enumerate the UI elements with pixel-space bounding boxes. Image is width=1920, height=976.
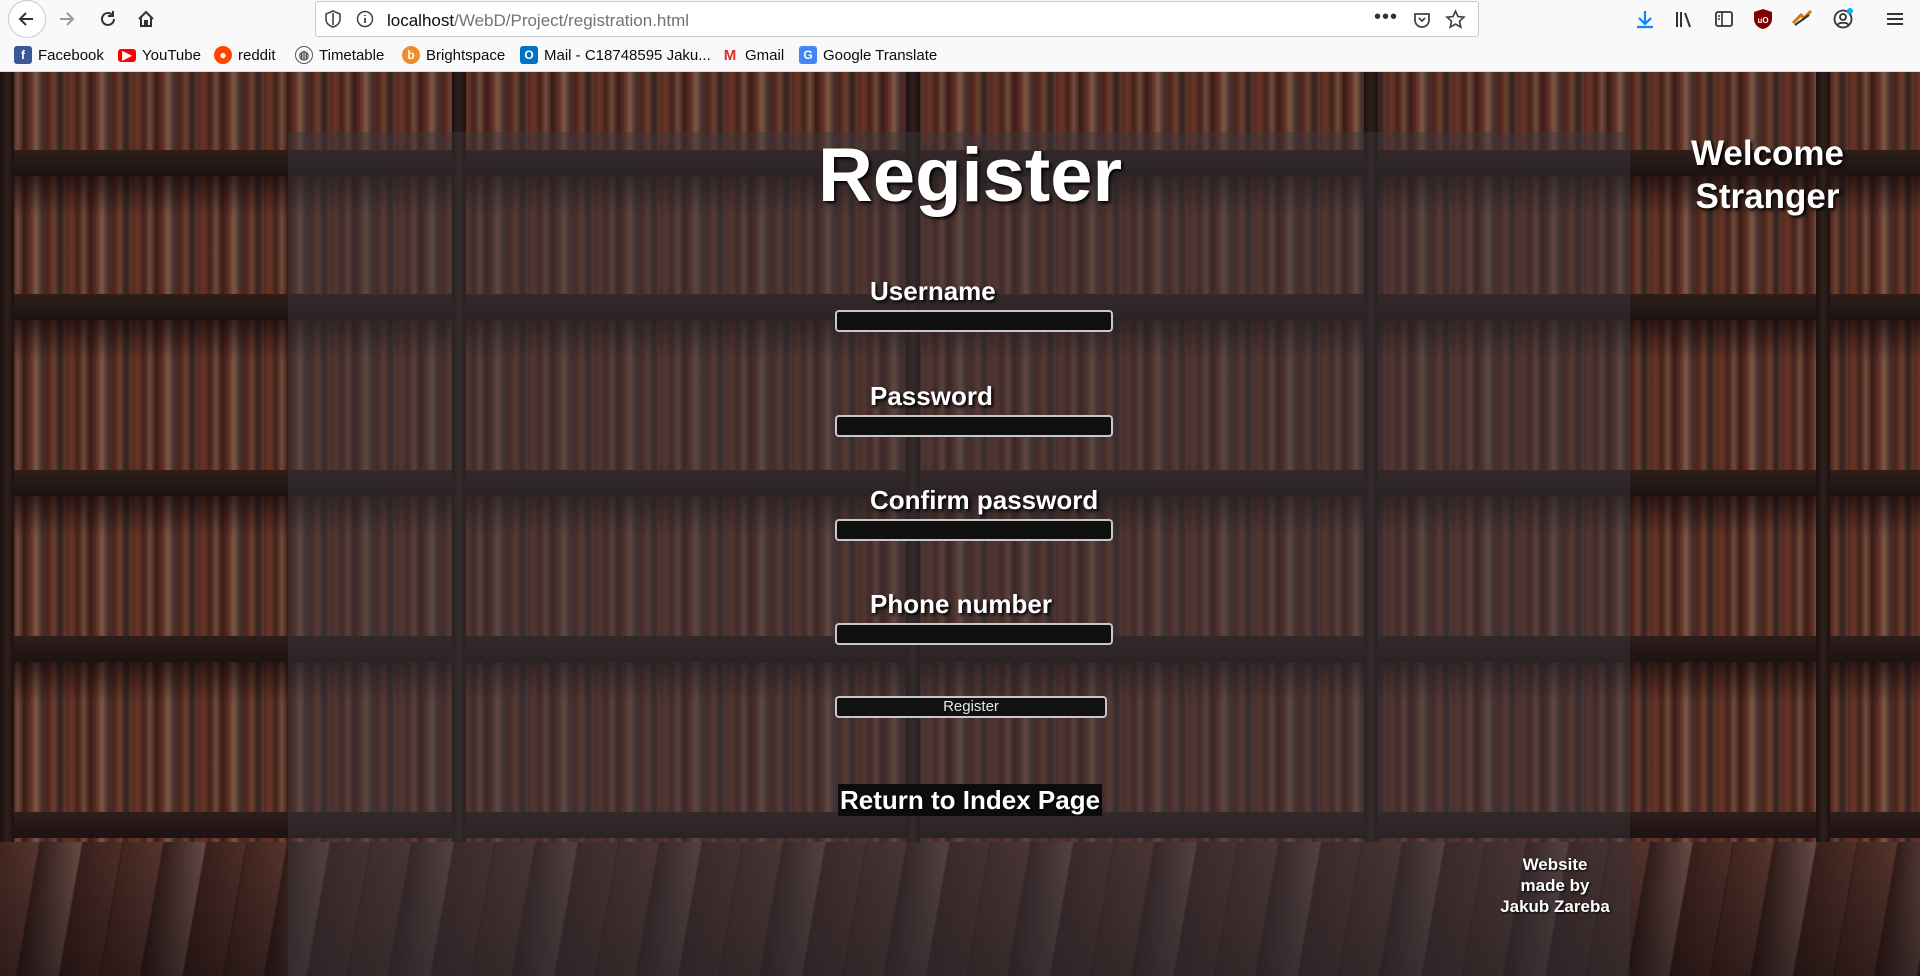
bookmark-label: Facebook — [38, 46, 104, 64]
browser-toolbar: localhost/WebD/Project/registration.html… — [0, 0, 1920, 38]
page-viewport: Register Welcome Stranger Username Passw… — [0, 72, 1920, 976]
extension-button[interactable] — [1791, 8, 1813, 30]
username-label: Username — [870, 276, 996, 306]
confirm-password-label: Confirm password — [870, 485, 1099, 515]
register-button[interactable]: Register — [835, 696, 1107, 718]
username-input[interactable] — [835, 310, 1113, 332]
sidebar-button[interactable] — [1713, 8, 1735, 30]
reload-icon — [101, 11, 115, 26]
account-icon — [1833, 8, 1853, 29]
hamburger-menu-icon — [1887, 13, 1903, 25]
bookmark-brightspace[interactable]: b Brightspace — [402, 45, 505, 65]
bookmark-label: Brightspace — [426, 46, 506, 64]
footer-credit: Website made by Jakub Zareba — [1470, 854, 1640, 917]
gmail-icon: M — [723, 46, 737, 64]
back-button[interactable] — [8, 0, 46, 38]
credit-line: Website — [1522, 855, 1588, 874]
forward-button[interactable] — [51, 4, 81, 34]
bookmark-youtube[interactable]: ▶ YouTube — [118, 45, 201, 65]
bookmark-label: Mail - C18748595 Jaku... — [544, 46, 711, 64]
address-bar[interactable]: localhost/WebD/Project/registration.html… — [315, 1, 1479, 37]
content-panel — [288, 132, 1630, 976]
welcome-message: Welcome Stranger — [1660, 132, 1875, 218]
bookmark-label: YouTube — [142, 46, 201, 64]
svg-text:uO: uO — [1757, 16, 1768, 25]
welcome-username: Stranger — [1695, 177, 1840, 216]
home-icon — [138, 10, 154, 27]
phone-number-input[interactable] — [835, 623, 1113, 645]
back-arrow-icon — [18, 12, 33, 26]
bookmark-label: Gmail — [745, 46, 785, 64]
url-path: /WebD/Project/registration.html — [454, 11, 690, 30]
url-host: localhost — [387, 11, 455, 30]
facebook-icon: f — [14, 46, 32, 64]
credit-author: Jakub Zareba — [1500, 897, 1610, 916]
url-text[interactable]: localhost/WebD/Project/registration.html — [387, 11, 689, 31]
phone-number-label: Phone number — [870, 589, 1053, 619]
pocket-icon[interactable] — [1412, 10, 1432, 30]
bookmark-star-icon[interactable] — [1445, 9, 1466, 30]
bookmark-timetable[interactable]: ◍ Timetable — [295, 45, 384, 65]
globe-icon: ◍ — [295, 46, 313, 64]
bookmark-label: Google Translate — [823, 46, 938, 64]
password-input[interactable] — [835, 415, 1113, 437]
bookmark-label: Timetable — [319, 46, 385, 64]
bookmark-google-translate[interactable]: G Google Translate — [799, 45, 937, 65]
page-actions-menu-button[interactable]: ••• — [1374, 6, 1398, 29]
bookmark-mail[interactable]: O Mail - C18748595 Jaku... — [520, 45, 711, 65]
ublock-origin-icon: uO — [1754, 9, 1772, 29]
ublock-button[interactable]: uO — [1752, 8, 1774, 30]
page-title: Register — [817, 133, 1123, 218]
library-icon — [1676, 12, 1691, 28]
download-arrow-icon — [1637, 11, 1653, 29]
welcome-line: Welcome — [1690, 134, 1845, 173]
confirm-password-input[interactable] — [835, 519, 1113, 541]
extension-icon — [1791, 9, 1813, 26]
reload-button[interactable] — [93, 4, 123, 34]
youtube-icon: ▶ — [118, 48, 136, 62]
library-button[interactable] — [1673, 8, 1695, 30]
bookmarks-toolbar: f Facebook ▶ YouTube ● reddit ◍ Timetable bB… — [0, 38, 1920, 72]
bookmark-gmail[interactable]: M Gmail — [721, 45, 784, 65]
bookmark-facebook[interactable]: f Facebook — [14, 45, 104, 65]
translate-icon: G — [799, 46, 817, 64]
sidebar-icon — [1715, 11, 1733, 27]
outlook-icon: O — [520, 46, 538, 64]
app-menu-button[interactable] — [1884, 8, 1906, 30]
credit-line: made by — [1520, 876, 1590, 895]
downloads-button[interactable] — [1634, 8, 1656, 30]
password-label: Password — [870, 381, 993, 411]
tracking-shield-icon[interactable] — [324, 10, 342, 28]
forward-arrow-icon — [60, 12, 75, 26]
reddit-icon: ● — [214, 46, 232, 64]
return-to-index-link[interactable]: Return to Index Page — [838, 784, 1103, 816]
bookmark-reddit[interactable]: ● reddit — [214, 45, 276, 65]
brightspace-icon: b — [402, 46, 420, 64]
site-info-icon[interactable] — [356, 10, 374, 28]
account-button[interactable] — [1832, 8, 1854, 30]
home-button[interactable] — [131, 4, 161, 34]
bookmark-label: reddit — [238, 46, 276, 64]
